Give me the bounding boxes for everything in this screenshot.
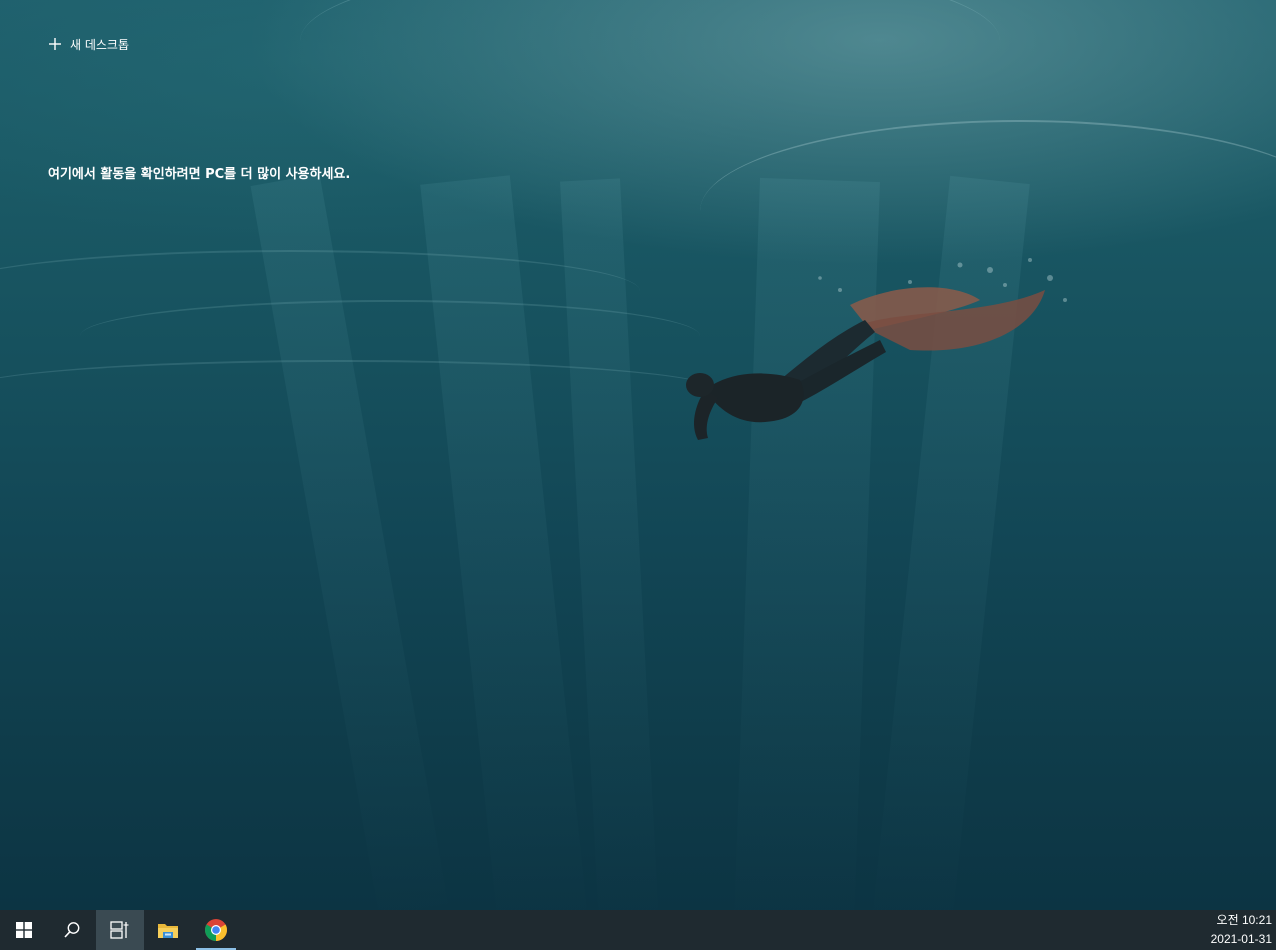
- new-desktop-button[interactable]: 새 데스크톱: [48, 34, 129, 54]
- timeline-hint-text: 여기에서 활동을 확인하려면 PC를 더 많이 사용하세요.: [48, 167, 351, 182]
- search-icon: [64, 922, 80, 938]
- file-explorer-button[interactable]: [144, 910, 192, 950]
- clock-date: 2021-01-31: [1210, 932, 1272, 946]
- desktop-wallpaper: 새 데스크톱 여기에서 활동을 확인하려면 PC를 더 많이 사용하세요.: [0, 0, 1276, 910]
- search-button[interactable]: [48, 910, 96, 950]
- chrome-button[interactable]: [192, 910, 240, 950]
- chrome-icon: [205, 919, 227, 941]
- folder-icon: [158, 924, 178, 938]
- new-desktop-label: 새 데스크톱: [70, 37, 130, 52]
- start-button[interactable]: [0, 910, 48, 950]
- task-view-icon: [110, 921, 129, 939]
- system-clock[interactable]: 오전 10:21 2021-01-31: [1211, 910, 1272, 950]
- plus-icon: [49, 38, 61, 50]
- windows-logo-icon: [16, 922, 32, 938]
- taskbar: 오전 10:21 2021-01-31: [0, 910, 1276, 950]
- diver-silhouette: [686, 258, 1067, 440]
- task-view-button[interactable]: [96, 910, 144, 950]
- clock-time: 오전 10:21: [1216, 913, 1272, 927]
